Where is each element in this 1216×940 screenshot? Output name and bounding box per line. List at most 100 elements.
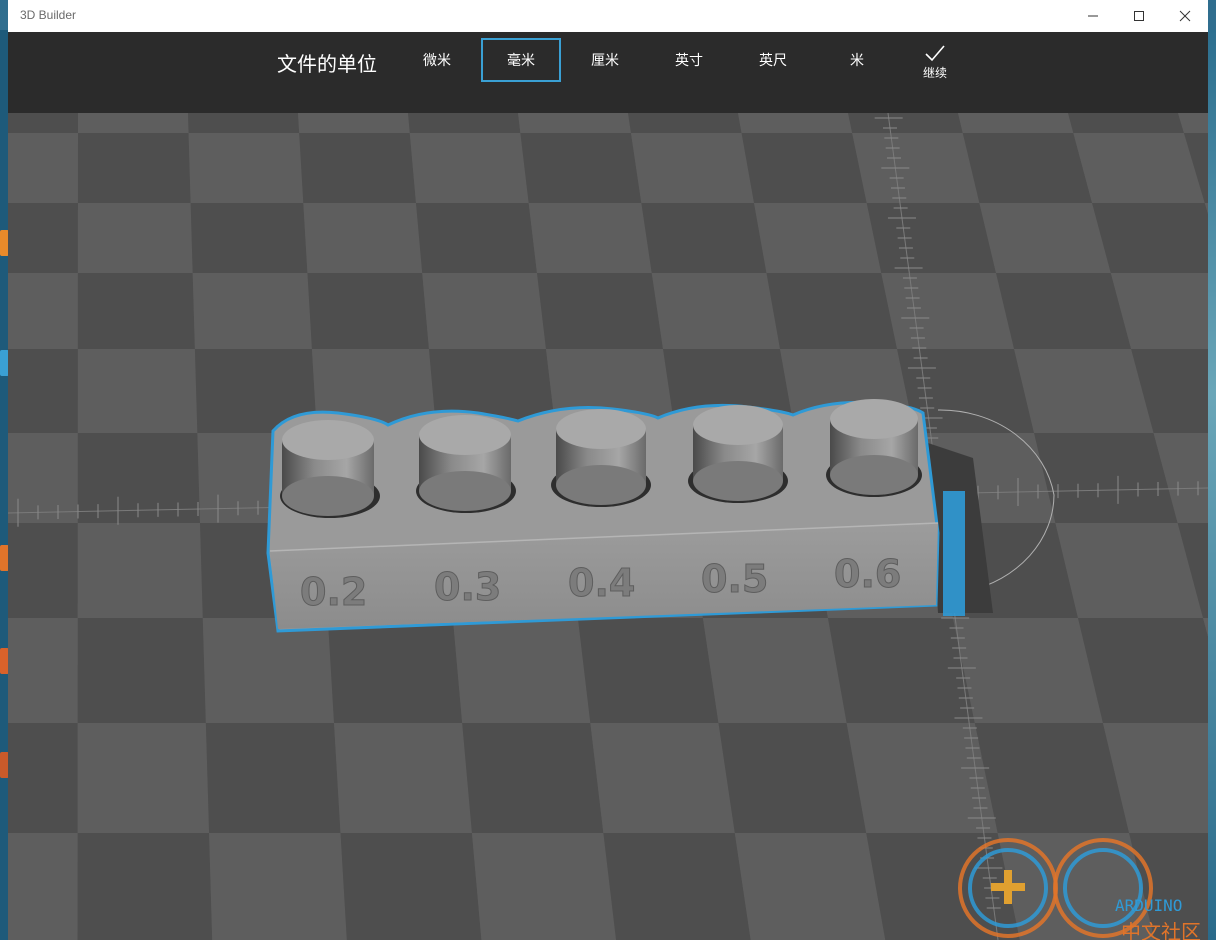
- watermark-caption: 中文社区: [1121, 920, 1201, 940]
- floor-tile: [307, 273, 429, 349]
- floor-tile: [77, 523, 203, 618]
- maximize-button[interactable]: [1116, 0, 1162, 32]
- unit-label: 英寸: [675, 53, 703, 69]
- floor-tile: [536, 273, 664, 349]
- floor-tile: [340, 833, 482, 940]
- unit-label: 微米: [423, 53, 451, 69]
- floor-tile: [209, 833, 347, 940]
- floor-tile: [408, 113, 521, 133]
- floor-tile: [422, 273, 546, 349]
- floor-tile: [77, 618, 206, 723]
- floor-tile: [848, 113, 963, 133]
- floor-tile: [77, 273, 195, 349]
- floor-tile: [718, 723, 867, 833]
- floor-tile: [827, 618, 975, 723]
- floor-tile: [734, 833, 886, 940]
- selection-depth-marker: [943, 491, 965, 616]
- floor-tile: [471, 833, 617, 940]
- scene-canvas: 0.2 0.3 0.4 0.5 0.6 ARDUINO 中文社区: [8, 113, 1208, 940]
- floor-tile: [1055, 523, 1204, 618]
- continue-label: 继续: [922, 66, 947, 80]
- unit-button-centimeter[interactable]: 厘米: [565, 38, 645, 82]
- floor-tile: [590, 723, 735, 833]
- minimize-icon: [1088, 15, 1098, 17]
- floor-tile: [641, 203, 767, 273]
- 3d-viewport[interactable]: 0.2 0.3 0.4 0.5 0.6 ARDUINO 中文社区: [8, 113, 1208, 940]
- floor-tile: [452, 618, 591, 723]
- maximize-icon: [1134, 11, 1144, 21]
- unit-label: 毫米: [507, 53, 535, 69]
- floor-tile: [77, 203, 193, 273]
- floor-tile: [628, 113, 742, 133]
- floor-tile: [190, 203, 308, 273]
- floor-tile: [188, 133, 304, 203]
- floor-tile: [577, 618, 719, 723]
- window-title: 3D Builder: [20, 8, 77, 22]
- floor-tile: [205, 723, 341, 833]
- unit-button-foot[interactable]: 英尺: [733, 38, 813, 82]
- floor-tile: [327, 618, 463, 723]
- continue-button[interactable]: 继续: [908, 44, 962, 90]
- floor-tile: [8, 203, 78, 273]
- floor-tile: [738, 113, 853, 133]
- floor-tile: [192, 273, 312, 349]
- floor-tile: [8, 113, 78, 133]
- desktop-edge: [1208, 30, 1216, 940]
- app-window: 3D Builder 文件的单位 微米 毫米 厘米 英寸 英尺 米 继续 0.2…: [8, 0, 1208, 940]
- floor-tile: [702, 618, 847, 723]
- floor-tile: [1092, 203, 1208, 273]
- floor-tile: [958, 113, 1074, 133]
- floor-tile: [974, 723, 1130, 833]
- floor-tile: [1068, 113, 1184, 133]
- floor-tile: [298, 113, 410, 133]
- floor-tile: [8, 723, 78, 833]
- unit-button-millimeter[interactable]: 毫米: [481, 38, 561, 82]
- floor-tile: [77, 349, 198, 433]
- floor-tile: [996, 273, 1132, 349]
- floor-tile: [979, 203, 1111, 273]
- watermark-brand: ARDUINO: [1115, 896, 1182, 915]
- floor-tile: [852, 133, 980, 203]
- floor-tile: [462, 723, 604, 833]
- floor-tile: [299, 133, 416, 203]
- unit-label: 厘米: [591, 53, 619, 69]
- floor-tile: [866, 203, 997, 273]
- floor-tile: [77, 833, 213, 940]
- floor-tile: [409, 133, 529, 203]
- engraved-label-0.2: 0.2: [300, 570, 367, 614]
- floor-tile: [881, 273, 1015, 349]
- floor-tile: [952, 618, 1103, 723]
- floor-tile: [8, 523, 78, 618]
- floor-tile: [77, 723, 210, 833]
- floor-tile: [754, 203, 882, 273]
- unit-toolbar: 文件的单位 微米 毫米 厘米 英寸 英尺 米 继续: [8, 32, 1208, 113]
- floor-tile: [766, 273, 898, 349]
- engraved-label-0.5: 0.5: [701, 557, 768, 601]
- toolbar-heading: 文件的单位: [277, 52, 377, 76]
- engraved-label-0.6: 0.6: [834, 552, 901, 596]
- close-button[interactable]: [1162, 0, 1208, 32]
- floor-tile: [8, 833, 78, 940]
- unit-label: 米: [850, 53, 864, 69]
- floor-tile: [962, 133, 1093, 203]
- floor-tile: [520, 133, 642, 203]
- unit-button-inch[interactable]: 英寸: [649, 38, 729, 82]
- floor-tile: [1073, 133, 1205, 203]
- unit-button-micrometer[interactable]: 微米: [397, 38, 477, 82]
- title-bar: 3D Builder: [8, 0, 1208, 32]
- floor-tile: [8, 618, 78, 723]
- unit-button-meter[interactable]: 米: [817, 38, 897, 82]
- unit-label: 英尺: [759, 53, 787, 69]
- floor-tile: [202, 618, 335, 723]
- floor-tile: [415, 203, 537, 273]
- floor-tile: [77, 133, 191, 203]
- engraved-label-0.3: 0.3: [434, 565, 501, 609]
- floor-tile: [1014, 349, 1154, 433]
- 3d-model[interactable]: 0.2 0.3 0.4 0.5 0.6: [266, 399, 940, 633]
- engraved-label-0.4: 0.4: [568, 561, 635, 605]
- close-icon: [1179, 10, 1191, 22]
- floor-tile: [630, 133, 755, 203]
- floor-tile: [518, 113, 631, 133]
- floor-tile: [603, 833, 751, 940]
- minimize-button[interactable]: [1070, 0, 1116, 32]
